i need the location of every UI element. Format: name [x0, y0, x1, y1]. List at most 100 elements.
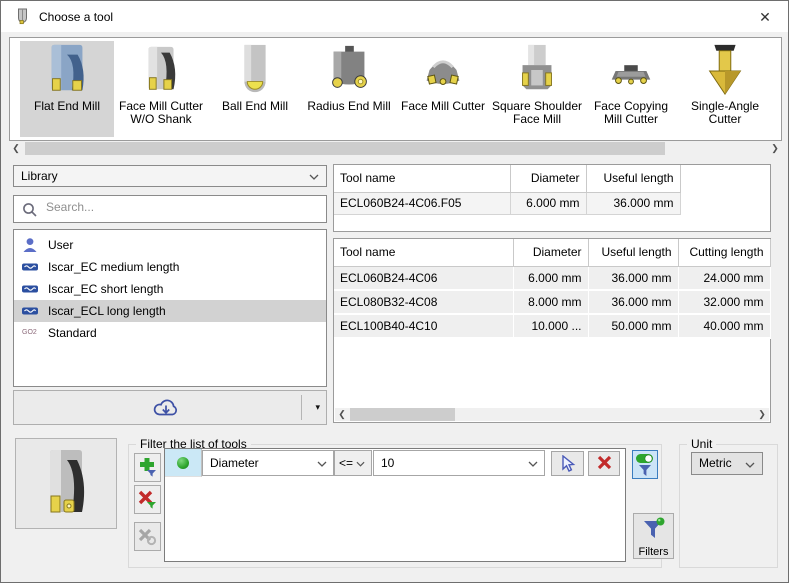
- table-row[interactable]: ECL100B40-4C10 10.000 ... 50.000 mm 40.0…: [334, 314, 770, 338]
- filter-operator-value: <=: [339, 456, 353, 470]
- column-header[interactable]: Tool name: [334, 165, 510, 192]
- cell-useful-length[interactable]: 36.000 mm: [586, 192, 680, 214]
- cell-cutting-length[interactable]: 24.000 mm: [678, 266, 770, 290]
- library-source-value: Library: [21, 169, 58, 183]
- cell-tool-name[interactable]: ECL100B40-4C10: [334, 314, 513, 338]
- selected-tool-table: Tool name Diameter Useful length ECL060B…: [334, 165, 681, 215]
- column-header[interactable]: Tool name: [334, 239, 513, 266]
- cell-cutting-length[interactable]: 32.000 mm: [678, 290, 770, 314]
- scrollbar-thumb[interactable]: [25, 142, 665, 155]
- filter-field-select[interactable]: Diameter: [202, 450, 334, 476]
- cell-tool-name[interactable]: ECL080B32-4C08: [334, 290, 513, 314]
- chevron-down-icon: [317, 461, 327, 467]
- toolbar-item-face-copying-mill-cutter[interactable]: Face Copying Mill Cutter: [584, 41, 678, 137]
- scrollbar-thumb[interactable]: [350, 408, 455, 421]
- delete-filter-row-button[interactable]: [588, 451, 620, 476]
- cell-diameter[interactable]: 8.000 mm: [513, 290, 588, 314]
- toggle-funnel-icon: [635, 453, 655, 477]
- filters-button[interactable]: Filters: [633, 513, 674, 559]
- single-angle-cutter-icon: [696, 43, 754, 97]
- scroll-left-icon[interactable]: ❮: [335, 408, 349, 421]
- column-header[interactable]: Diameter: [510, 165, 586, 192]
- toolbar-item-face-mill-cutter-wo-shank[interactable]: Face Mill Cutter W/O Shank: [114, 41, 208, 137]
- close-button[interactable]: ✕: [752, 6, 778, 28]
- toolbar-item-label: Single-Angle Cutter: [678, 100, 772, 126]
- table-row[interactable]: ECL080B32-4C08 8.000 mm 36.000 mm 32.000…: [334, 290, 770, 314]
- divider: [301, 395, 302, 420]
- unit-select[interactable]: Metric: [691, 452, 763, 475]
- toolbar-item-label: Face Copying Mill Cutter: [584, 100, 678, 126]
- tree-item-iscar-ec-short[interactable]: Iscar_EC short length: [14, 278, 326, 300]
- remove-filter-button[interactable]: [134, 485, 161, 514]
- table-row[interactable]: ECL060B24-4C06 6.000 mm 36.000 mm 24.000…: [334, 266, 770, 290]
- cell-diameter[interactable]: 6.000 mm: [513, 266, 588, 290]
- remove-filter-icon: [138, 490, 157, 509]
- unlink-filter-button[interactable]: [134, 522, 161, 551]
- toolbar-item-label: Face Mill Cutter W/O Shank: [114, 100, 208, 126]
- tree-item-label: Standard: [48, 326, 97, 340]
- cell-cutting-length[interactable]: 40.000 mm: [678, 314, 770, 338]
- pick-value-button[interactable]: [551, 451, 584, 476]
- download-tools-button[interactable]: ▾: [13, 390, 327, 425]
- toolbar-item-ball-end-mill[interactable]: Ball End Mill: [208, 41, 302, 137]
- cell-tool-name[interactable]: ECL060B24-4C06: [334, 266, 513, 290]
- chevron-down-icon: [745, 462, 755, 468]
- add-filter-button[interactable]: [134, 453, 161, 482]
- cell-useful-length[interactable]: 36.000 mm: [588, 266, 678, 290]
- column-header[interactable]: Cutting length: [678, 239, 770, 266]
- iscar-logo-icon: [22, 281, 38, 297]
- tool-preview: [15, 438, 117, 529]
- filter-operator-select[interactable]: <=: [334, 450, 372, 476]
- toolbar-item-flat-end-mill[interactable]: Flat End Mill: [20, 41, 114, 137]
- table-row[interactable]: ECL060B24-4C06.F05 6.000 mm 36.000 mm: [334, 192, 680, 214]
- scroll-left-icon[interactable]: ❮: [9, 142, 23, 155]
- toolbar-item-label: Ball End Mill: [208, 100, 302, 113]
- unlink-disabled-icon: [138, 527, 157, 546]
- cell-diameter[interactable]: 10.000 ...: [513, 314, 588, 338]
- choose-a-tool-dialog: Choose a tool ✕ Flat End Mill Face Mill …: [0, 0, 789, 583]
- cell-diameter[interactable]: 6.000 mm: [510, 192, 586, 214]
- face-mill-cutter-icon: [414, 43, 472, 97]
- tree-item-label: Iscar_EC short length: [48, 282, 163, 296]
- iscar-logo-icon: [22, 303, 38, 319]
- search-icon: [22, 202, 38, 218]
- filter-value-combo[interactable]: [373, 450, 545, 476]
- filter-active-dot-icon: [177, 457, 189, 469]
- toolbar-item-square-shoulder-face-mill[interactable]: Square Shoulder Face Mill: [490, 41, 584, 137]
- face-mill-cutter-wo-shank-icon: [132, 43, 190, 97]
- search-input[interactable]: [46, 200, 316, 214]
- unit-value: Metric: [699, 456, 732, 470]
- tree-item-label: Iscar_ECL long length: [48, 304, 166, 318]
- toggle-filters-button[interactable]: [632, 450, 658, 479]
- toolbar-item-face-mill-cutter[interactable]: Face Mill Cutter: [396, 41, 490, 137]
- tree-item-iscar-ec-medium[interactable]: Iscar_EC medium length: [14, 256, 326, 278]
- filter-status-cell[interactable]: [165, 449, 202, 477]
- filter-row[interactable]: Diameter <=: [165, 449, 625, 477]
- tree-item-standard[interactable]: GO2 Standard: [14, 322, 326, 344]
- tree-item-iscar-ecl-long[interactable]: Iscar_ECL long length: [14, 300, 326, 322]
- scroll-right-icon[interactable]: ❯: [768, 142, 782, 155]
- flat-end-mill-icon: [38, 43, 96, 97]
- download-dropdown-arrow[interactable]: ▾: [315, 402, 320, 413]
- filter-value-input[interactable]: [381, 451, 511, 475]
- tool-strip-scrollbar[interactable]: ❮ ❯: [9, 142, 782, 155]
- chevron-down-icon: [309, 174, 319, 180]
- toolbar-item-label: Square Shoulder Face Mill: [490, 100, 584, 126]
- add-filter-icon: [138, 458, 157, 477]
- tool-list-scrollbar[interactable]: ❮ ❯: [335, 408, 769, 421]
- go2-logo-icon: GO2: [22, 325, 37, 341]
- tree-item-user[interactable]: User: [14, 234, 326, 256]
- column-header[interactable]: Useful length: [588, 239, 678, 266]
- cell-useful-length[interactable]: 36.000 mm: [588, 290, 678, 314]
- cell-tool-name[interactable]: ECL060B24-4C06.F05: [334, 192, 510, 214]
- scroll-right-icon[interactable]: ❯: [755, 408, 769, 421]
- window-title: Choose a tool: [39, 10, 113, 24]
- cell-useful-length[interactable]: 50.000 mm: [588, 314, 678, 338]
- column-header[interactable]: Useful length: [586, 165, 680, 192]
- library-tree: User Iscar_EC medium length Iscar_EC sho…: [13, 229, 327, 387]
- toolbar-item-single-angle-cutter[interactable]: Single-Angle Cutter: [678, 41, 772, 137]
- toolbar-item-label: Face Mill Cutter: [396, 100, 490, 113]
- toolbar-item-radius-end-mill[interactable]: Radius End Mill: [302, 41, 396, 137]
- column-header[interactable]: Diameter: [513, 239, 588, 266]
- library-source-select[interactable]: Library: [13, 165, 327, 187]
